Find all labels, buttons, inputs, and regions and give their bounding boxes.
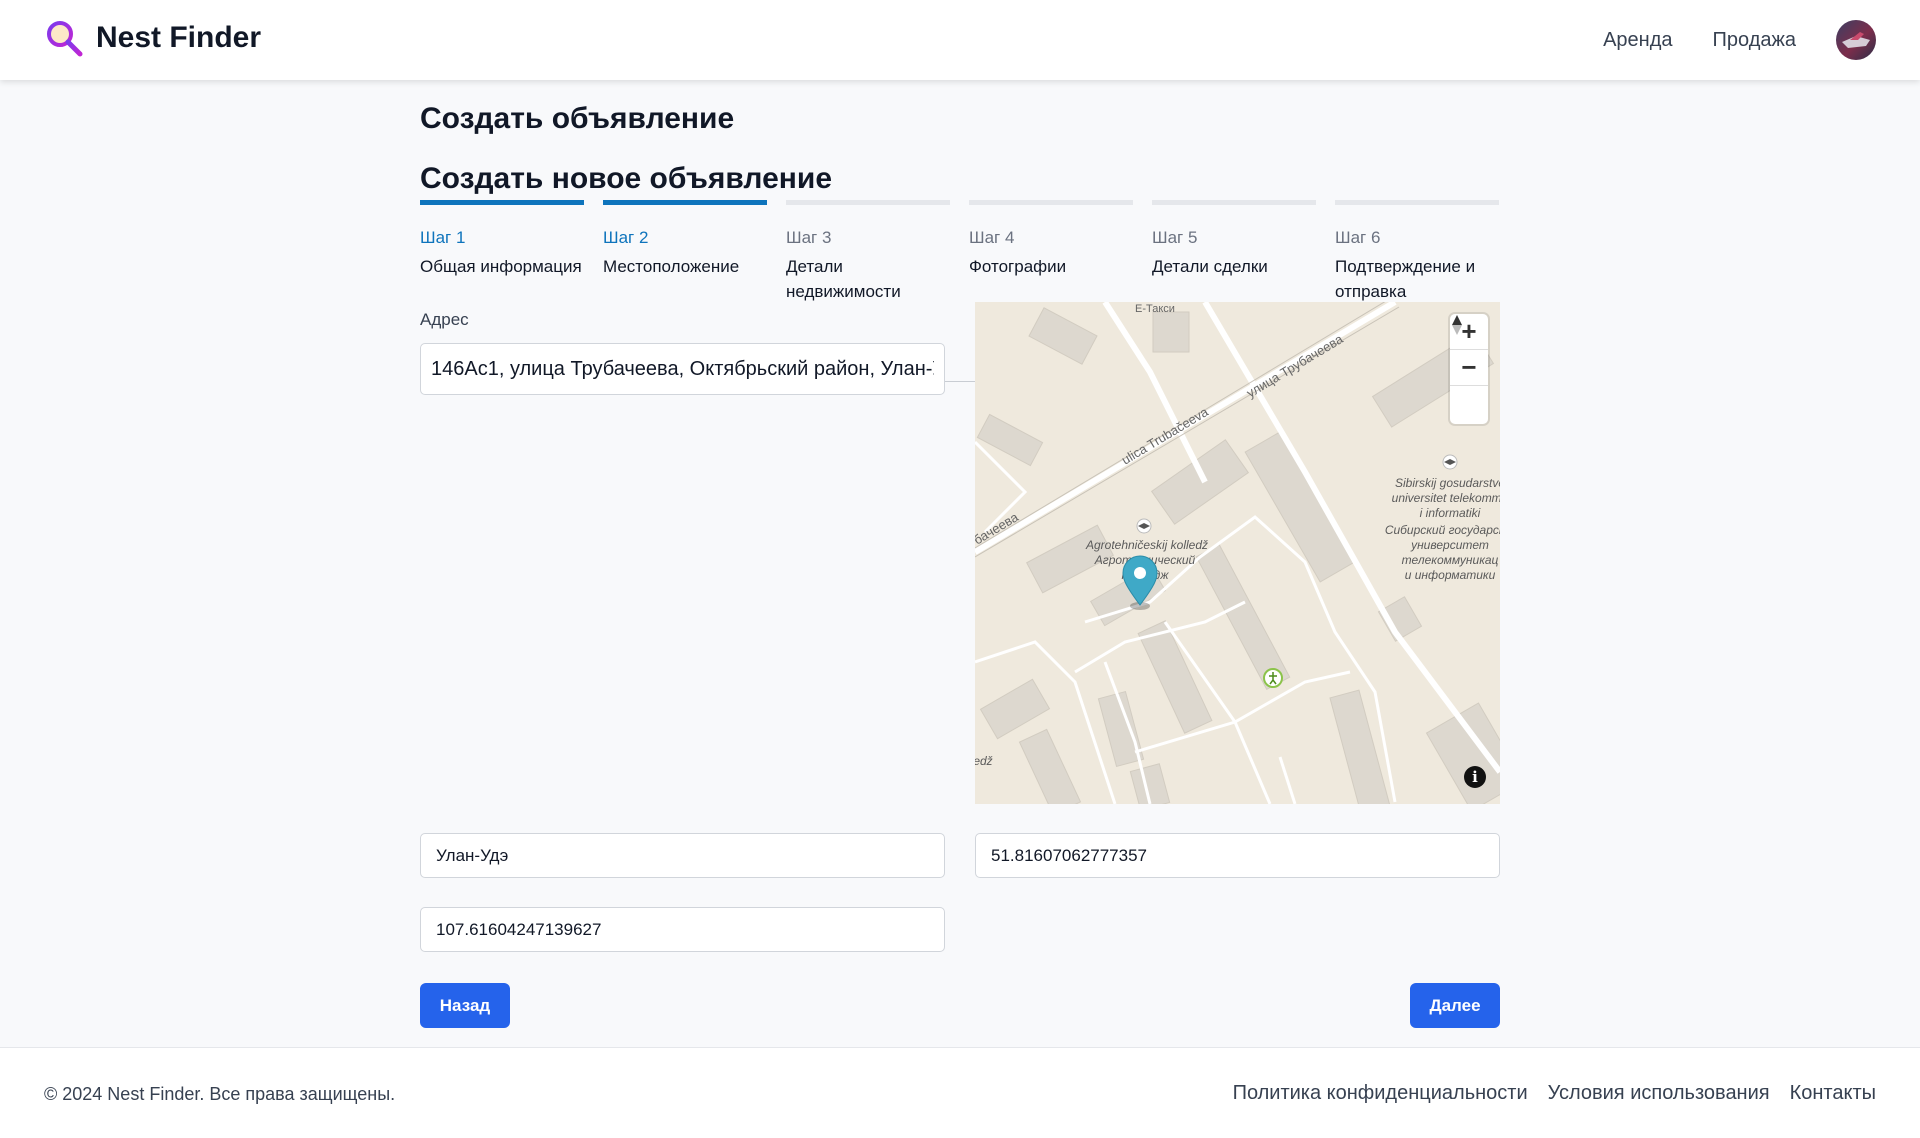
- step-progress-bar: [603, 200, 767, 205]
- footer: © 2024 Nest Finder. Все права защищены. …: [0, 1047, 1920, 1138]
- copyright-text: © 2024 Nest Finder. Все права защищены.: [44, 1084, 396, 1104]
- step-number: Шаг 5: [1152, 228, 1198, 247]
- user-avatar[interactable]: [1836, 20, 1876, 60]
- poi-label: университет: [1410, 538, 1489, 552]
- step-progress-bar: [969, 200, 1133, 205]
- step-name: Детали сделки: [1152, 257, 1268, 276]
- poi-label: Agrotehničeskij kolledž: [1085, 538, 1208, 552]
- step-name: Местоположение: [603, 257, 740, 276]
- brand-logo[interactable]: Nest Finder: [44, 18, 261, 58]
- map-poi-label: Е-Такси: [1135, 303, 1175, 315]
- map-zoom-control: + −: [1450, 314, 1488, 424]
- step-number: Шаг 4: [969, 228, 1015, 247]
- step-name: Общая информация: [420, 257, 582, 276]
- step-number: Шаг 1: [420, 228, 466, 247]
- step-5[interactable]: Шаг 5 Детали сделки: [1152, 200, 1316, 279]
- avatar-image: [1842, 32, 1870, 48]
- poi-label: universitet telekommu: [1392, 491, 1500, 505]
- latitude-input[interactable]: [975, 833, 1500, 878]
- compass-icon: [1452, 315, 1462, 335]
- step-4[interactable]: Шаг 4 Фотографии: [969, 200, 1133, 279]
- header: Nest Finder Аренда Продажа: [0, 0, 1920, 80]
- next-button[interactable]: Далее: [1410, 983, 1500, 1028]
- step-number: Шаг 6: [1335, 228, 1381, 247]
- zoom-out-button[interactable]: −: [1450, 350, 1488, 386]
- step-2[interactable]: Шаг 2 Местоположение: [603, 200, 767, 279]
- privacy-policy-link[interactable]: Политика конфиденциальности: [1233, 1082, 1528, 1105]
- step-progress-bar: [786, 200, 950, 205]
- contacts-link[interactable]: Контакты: [1790, 1082, 1876, 1105]
- step-3[interactable]: Шаг 3 Детали недвижимости: [786, 200, 950, 304]
- pedestrian-icon: [1263, 668, 1283, 688]
- compass-reset-button[interactable]: [1450, 315, 1488, 422]
- map-info-icon[interactable]: i: [1464, 766, 1486, 788]
- poi-label: телекоммуникац: [1402, 553, 1499, 567]
- nav-rent-link[interactable]: Аренда: [1603, 29, 1672, 52]
- brand-name: Nest Finder: [96, 21, 262, 54]
- step-number: Шаг 2: [603, 228, 649, 247]
- graduation-cap-icon: [1442, 454, 1458, 470]
- graduation-cap-icon: [1136, 518, 1152, 534]
- form-title: Создать новое объявление: [420, 162, 833, 195]
- step-name: Фотографии: [969, 257, 1067, 276]
- longitude-input[interactable]: [420, 907, 945, 952]
- poi-label: Sibirskij gosudarstve: [1395, 476, 1500, 490]
- location-map[interactable]: ulica Trubačeeva улица Трубачеева бачеев…: [975, 302, 1500, 804]
- step-number: Шаг 3: [786, 228, 832, 247]
- step-1[interactable]: Шаг 1 Общая информация: [420, 200, 584, 279]
- step-name: Детали недвижимости: [786, 257, 901, 301]
- step-name: Подтверждение и отправка: [1335, 257, 1476, 301]
- step-progress-bar: [1152, 200, 1316, 205]
- poi-label: и информатики: [1405, 568, 1496, 582]
- city-input[interactable]: [420, 833, 945, 878]
- magnifier-logo-icon: [47, 21, 83, 57]
- nav-sale-link[interactable]: Продажа: [1713, 29, 1796, 52]
- main-nav: Аренда Продажа: [1603, 20, 1876, 60]
- page-title: Создать объявление: [420, 102, 735, 135]
- poi-label: i informatiki: [1420, 506, 1481, 520]
- step-progress-bar: [420, 200, 584, 205]
- map-tiles: ulica Trubačeeva улица Трубачеева бачеев…: [975, 302, 1500, 804]
- poi-label: Сибирский государств: [1385, 523, 1500, 537]
- poi-label: edž: [975, 754, 993, 768]
- footer-links: Политика конфиденциальности Условия испо…: [1213, 1082, 1876, 1105]
- step-6[interactable]: Шаг 6 Подтверждение и отправка: [1335, 200, 1499, 304]
- back-button[interactable]: Назад: [420, 983, 510, 1028]
- address-input[interactable]: [420, 343, 945, 395]
- terms-link[interactable]: Условия использования: [1548, 1082, 1770, 1105]
- step-progress-bar: [1335, 200, 1499, 205]
- address-label: Адрес: [420, 310, 469, 329]
